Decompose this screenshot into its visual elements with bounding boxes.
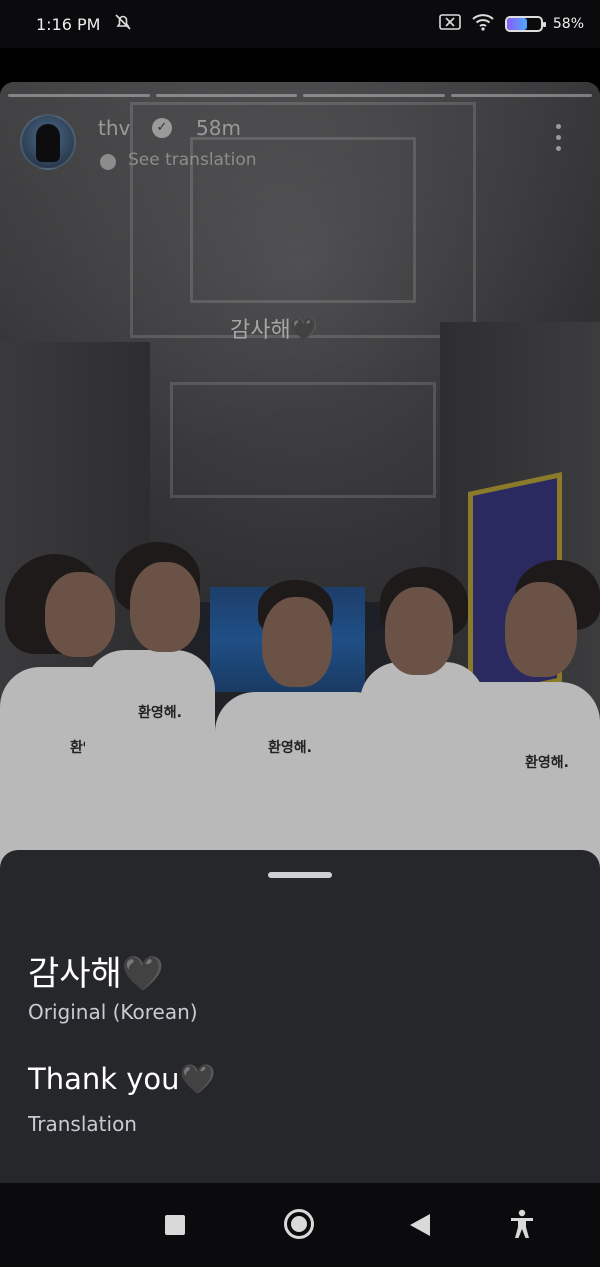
recents-button[interactable] [165, 1215, 185, 1235]
avatar[interactable] [20, 114, 76, 170]
translated-text: Thank you🖤 [28, 1062, 216, 1096]
battery-icon [504, 16, 546, 32]
translation-sheet: 감사해🖤 Original (Korean) Thank you🖤 Transl… [0, 850, 600, 1183]
accessibility-icon [511, 1209, 533, 1238]
home-button[interactable] [284, 1209, 314, 1239]
original-text: 감사해🖤 [28, 954, 165, 994]
story-progress-bar [8, 94, 592, 97]
translate-icon [100, 154, 116, 170]
sheet-drag-handle[interactable] [268, 872, 332, 878]
progress-segment [155, 94, 297, 97]
verified-badge-icon: ✓ [152, 118, 172, 138]
story-header: thv ✓ 58m See translation [20, 112, 580, 172]
accessibility-button[interactable] [509, 1209, 535, 1239]
story-view[interactable]: 환영해. 환영해. 환영해. 환영해. thv ✓ 58m See transl… [0, 82, 600, 872]
translation-label: Translation [28, 1112, 137, 1136]
more-options-icon[interactable] [556, 124, 562, 151]
original-language-label: Original (Korean) [28, 1000, 198, 1024]
see-translation-link[interactable]: See translation [128, 150, 257, 170]
mute-icon [114, 13, 132, 35]
back-button[interactable] [410, 1214, 430, 1236]
story-caption: 감사해🖤 [230, 318, 319, 343]
sim-off-icon [439, 13, 461, 35]
battery-percent: 58% [552, 16, 584, 32]
system-nav-bar [0, 1183, 600, 1267]
wifi-icon [471, 13, 495, 35]
status-time: 1:16 PM [36, 14, 101, 34]
progress-segment [450, 94, 592, 97]
story-time-ago: 58m [196, 116, 241, 140]
progress-segment [8, 94, 150, 97]
progress-segment [303, 94, 445, 97]
status-bar: 1:16 PM 58% [0, 0, 600, 48]
story-username[interactable]: thv [98, 116, 130, 140]
